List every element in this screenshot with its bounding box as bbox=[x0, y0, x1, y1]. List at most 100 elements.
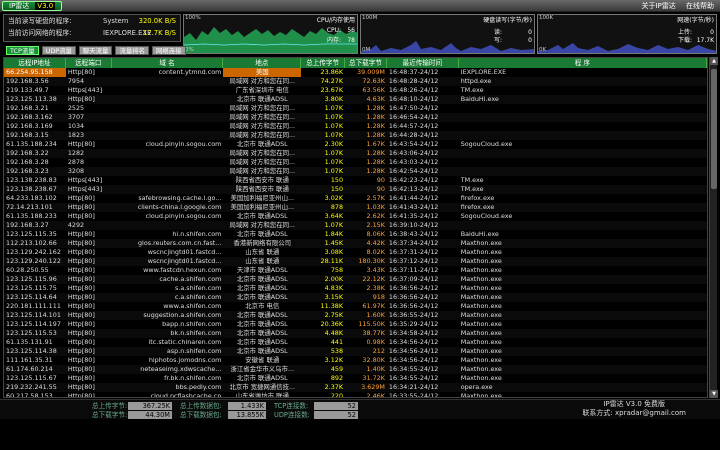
col-last-time[interactable]: 最近传输时间 bbox=[387, 58, 459, 68]
table-row[interactable]: 123.125.114.64 Http[80] c.a.shifen.com 北京市 … bbox=[4, 293, 707, 302]
cell-ip: 60.217.58.153 bbox=[6, 392, 53, 398]
table-row[interactable]: 219.133.49.7 Https[443] 广东省深圳市 电信 23.67K 63.… bbox=[4, 86, 707, 95]
table-row[interactable]: 123.125.113.38 Http[80] 北京市 联通ADSL 3.80K 4.6… bbox=[4, 95, 707, 104]
table-row[interactable]: 192.168.3.23 3208 局域网 对方和您在同... 1.07K 1.28K 1… bbox=[4, 167, 707, 176]
cell-upload: 1.07K bbox=[324, 158, 344, 166]
table-row[interactable]: 64.233.183.102 Http[80] safebrowsing.cache… bbox=[4, 194, 707, 203]
scroll-thumb[interactable] bbox=[711, 69, 717, 189]
cell-location: 北京市 联通ADSL bbox=[236, 329, 288, 337]
table-row[interactable]: 123.129.242.162 Http[80] wscncjingtd01.fas… bbox=[4, 248, 707, 257]
table-row[interactable]: 192.168.3.21 2525 局域网 对方和您在同... 1.07K 1.28K 1… bbox=[4, 104, 707, 113]
cell-download: 72.63K bbox=[362, 77, 385, 85]
tab-traffic-ranking[interactable]: 流量排名 bbox=[115, 46, 149, 55]
top-menu: 关于IP雷达 在线帮助 bbox=[633, 1, 714, 11]
table-row[interactable]: 123.125.115.67 Http[80] fr.bk.n.shifen.com… bbox=[4, 374, 707, 383]
table-row[interactable]: 123.138.238.83 Https[443] 陕西省西安市 联通 150 90 16… bbox=[4, 176, 707, 185]
cell-time: 16:44:57-24/12 bbox=[388, 122, 439, 130]
table-row[interactable]: 219.232.241.55 Http[80] bbs.pedly.com 北京市 宽… bbox=[4, 383, 707, 392]
table-row[interactable]: 61.135.188.233 Http[80] cloud.pinyin.sogou… bbox=[4, 212, 707, 221]
cell-time: 16:41:44-24/12 bbox=[388, 194, 439, 202]
cell-domain: neteaseimg.xdwscache... bbox=[140, 365, 222, 373]
cell-domain bbox=[112, 221, 224, 230]
table-row[interactable]: 61.135.188.234 Http[80] cloud.pinyin.sogou… bbox=[4, 140, 707, 149]
cell-program bbox=[459, 221, 707, 230]
table-row[interactable]: 123.125.115.53 Http[80] bk.n.shifen.com 北京市… bbox=[4, 329, 707, 338]
col-location[interactable]: 地点 bbox=[223, 58, 302, 68]
table-row[interactable]: 123.125.115.75 Http[80] s.a.shifen.com 北京市 … bbox=[4, 284, 707, 293]
net-process-label: 当前访问网络的程序: bbox=[8, 29, 72, 37]
table-row[interactable]: 72.14.213.101 Http[80] clients-china.l.goo… bbox=[4, 203, 707, 212]
table-row[interactable]: 123.125.114.197 Http[80] bapp.n.shifen.com… bbox=[4, 320, 707, 329]
table-row[interactable]: 220.181.111.111 Http[80] www.a.shifen.com 北… bbox=[4, 302, 707, 311]
cell-ip: 72.14.213.101 bbox=[6, 203, 53, 211]
table-scrollbar[interactable]: ▲ ▼ bbox=[709, 57, 718, 398]
table-row[interactable]: 61.135.131.91 Http[80] itc.static.chinaren… bbox=[4, 338, 707, 347]
cell-upload: 538 bbox=[330, 347, 344, 355]
cell-domain bbox=[112, 122, 224, 131]
app-name: IP雷达 bbox=[9, 2, 30, 10]
table-row[interactable]: 66.254.95.158 Http[80] content.ytmnd.com 美国… bbox=[4, 68, 707, 77]
cell-ip: 123.125.115.67 bbox=[6, 374, 57, 382]
table-row[interactable]: 192.168.3.15 1823 局域网 对方和您在同... 1.07K 1.28K 1… bbox=[4, 131, 707, 140]
table-row[interactable]: 61.174.60.214 Http[80] neteaseimg.xdwscach… bbox=[4, 365, 707, 374]
col-program[interactable]: 程 序 bbox=[459, 58, 707, 68]
cell-time: 16:34:55-24/12 bbox=[388, 365, 439, 373]
col-remote-port[interactable]: 远程端口 bbox=[66, 58, 112, 68]
menu-about[interactable]: 关于IP雷达 bbox=[641, 2, 675, 10]
cell-port: Http[80] bbox=[67, 302, 95, 310]
brand-contact: 联系方式: xpradar@gmail.com bbox=[582, 409, 686, 417]
cell-port: Http[80] bbox=[67, 311, 95, 319]
table-row[interactable]: 111.161.35.31 Http[80] hiphotos.jomodns.co… bbox=[4, 356, 707, 365]
cell-time: 16:48:37-24/12 bbox=[386, 68, 459, 77]
tab-net-connections[interactable]: 网络连接 bbox=[152, 46, 186, 55]
col-total-upload[interactable]: 总上传字节 bbox=[301, 58, 346, 68]
cell-ip: 219.232.241.55 bbox=[6, 383, 57, 391]
cell-program: Maxthon.exe bbox=[460, 275, 502, 283]
table-row[interactable]: 123.125.115.96 Http[80] cache.a.shifen.com… bbox=[4, 275, 707, 284]
cell-domain: cache.a.shifen.com bbox=[159, 275, 222, 283]
cell-ip: 123.138.238.67 bbox=[6, 185, 57, 193]
cell-download: 3.43K bbox=[366, 266, 385, 274]
table-row[interactable]: 192.168.3.28 2878 局域网 对方和您在同... 1.07K 1.28K 1… bbox=[4, 158, 707, 167]
table-row[interactable]: 123.129.240.122 Http[80] wscncjingtd01.fas… bbox=[4, 257, 707, 266]
cell-program bbox=[459, 149, 707, 158]
table-row[interactable]: 192.168.3.169 1034 局域网 对方和您在同... 1.07K 1.28K… bbox=[4, 122, 707, 131]
scroll-up-icon[interactable]: ▲ bbox=[710, 57, 718, 65]
disk-graph-max: 100M bbox=[362, 15, 378, 21]
cell-domain: bapp.n.shifen.com bbox=[162, 320, 222, 328]
cell-ip: 192.168.3.56 bbox=[6, 77, 49, 85]
table-row[interactable]: 192.168.3.56 7954 局域网 对方和您在同... 74.27K 72.63… bbox=[4, 77, 707, 86]
table-row[interactable]: 123.125.115.35 Http[80] hi.n.shifen.com 北京市… bbox=[4, 230, 707, 239]
cell-upload: 892 bbox=[330, 374, 344, 382]
total-upload-value: 367.25K bbox=[128, 402, 172, 410]
cell-ip: 192.168.3.169 bbox=[6, 122, 53, 130]
table-row[interactable]: 123.125.114.101 Http[80] suggestion.a.shif… bbox=[4, 311, 707, 320]
col-remote-ip[interactable]: 远程IP地址 bbox=[4, 58, 66, 68]
cell-program: BaiduHi.exe bbox=[460, 95, 499, 103]
table-row[interactable]: 123.138.238.67 Https[443] 陕西省西安市 联通 150 90 16… bbox=[4, 185, 707, 194]
tcp-count-label: TCP连接数: bbox=[274, 402, 309, 410]
cell-domain: cloud.pinyin.sogou.com bbox=[145, 212, 222, 220]
scroll-down-icon[interactable]: ▼ bbox=[710, 390, 718, 398]
col-domain[interactable]: 域 名 bbox=[112, 58, 224, 68]
table-row[interactable]: 192.168.3.27 4292 局域网 对方和您在同... 1.07K 2.15K 1… bbox=[4, 221, 707, 230]
table-row[interactable]: 192.168.3.162 3707 局域网 对方和您在同... 1.07K 1.28K… bbox=[4, 113, 707, 122]
table-row[interactable]: 60.217.58.153 Http[80] cloud.pcflashcache.… bbox=[4, 392, 707, 398]
view-tabs: TCP流量 UDP流量 聊天流量 流量排名 网络连接 bbox=[6, 46, 189, 56]
table-row[interactable]: 192.168.3.22 1282 局域网 对方和您在同... 1.07K 1.28K 1… bbox=[4, 149, 707, 158]
tab-chat-traffic[interactable]: 聊天流量 bbox=[78, 46, 113, 55]
cell-time: 16:42:13-24/12 bbox=[388, 185, 439, 193]
cell-program: Maxthon.exe bbox=[460, 365, 502, 373]
col-total-download[interactable]: 总下载字节 bbox=[345, 58, 387, 68]
cell-location: 山东省潍坊市 联通 bbox=[235, 392, 289, 398]
tab-udp-traffic[interactable]: UDP流量 bbox=[41, 46, 76, 55]
menu-help[interactable]: 在线帮助 bbox=[686, 2, 714, 10]
tab-tcp-traffic[interactable]: TCP流量 bbox=[6, 46, 39, 55]
cell-download: 1.28K bbox=[366, 149, 385, 157]
table-row[interactable]: 112.213.102.66 Http[80] glos.reuters.com.c… bbox=[4, 239, 707, 248]
cell-upload: 3.08K bbox=[324, 248, 344, 256]
cell-program: Maxthon.exe bbox=[460, 248, 502, 256]
table-row[interactable]: 60.28.250.55 Http[80] www.fastcdn.hexun.co… bbox=[4, 266, 707, 275]
table-row[interactable]: 123.125.114.38 Http[80] asp.n.shifen.com 北京… bbox=[4, 347, 707, 356]
cell-ip: 66.254.95.158 bbox=[4, 68, 66, 77]
